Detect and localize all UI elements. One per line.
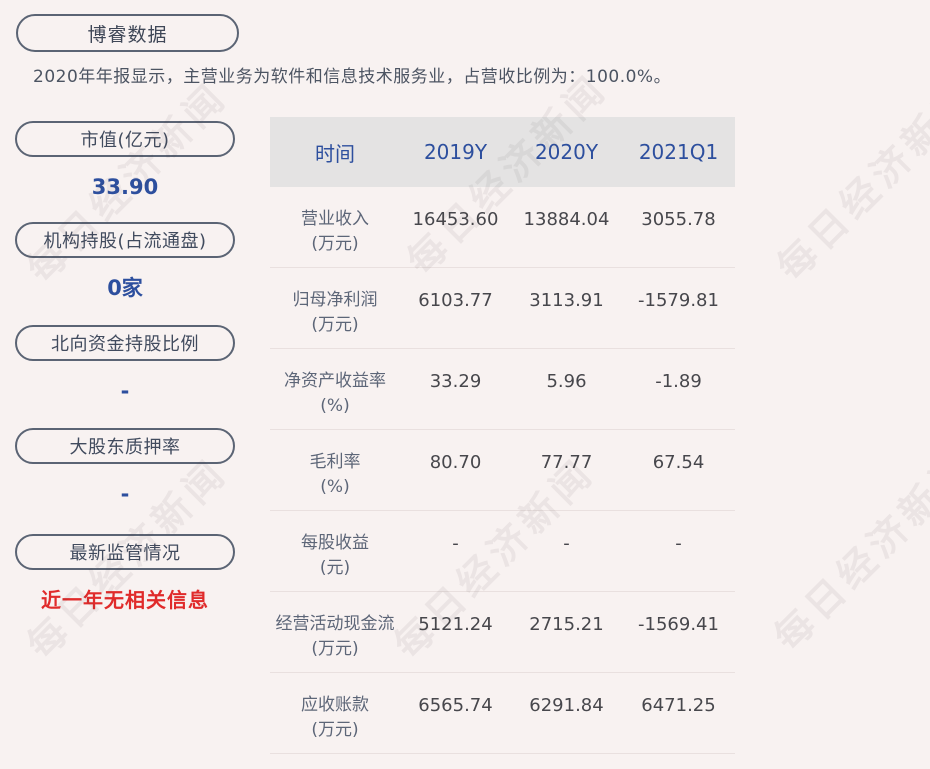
cell-value: 33.29 (429, 371, 482, 392)
metric-item-northbound-holdings: 北向资金持股比例 - (15, 325, 235, 417)
cell-value: -1.89 (655, 371, 702, 392)
metric-label-pill: 市值(亿元) (15, 121, 235, 157)
metric-item-pledge-ratio: 大股东质押率 - (15, 428, 235, 520)
cell-value: 6471.25 (641, 695, 716, 716)
metric-unit: (%) (320, 396, 350, 416)
metric-name: 毛利率 (309, 452, 361, 472)
table-row: 归母净利润 (万元) 6103.77 3113.91 -1579.81 (270, 268, 735, 349)
cell-value: - (675, 533, 682, 554)
cell-value: 77.77 (540, 452, 593, 473)
metric-value: 近一年无相关信息 (41, 588, 209, 612)
row-label: 毛利率 (%) (270, 430, 400, 510)
metric-unit: (元) (319, 558, 351, 578)
table-row: 应收账款 (万元) 6565.74 6291.84 6471.25 (270, 673, 735, 754)
financials-table: 时间 2019Y 2020Y 2021Q1 营业收入 (万元) 16453.60… (270, 117, 735, 754)
row-label: 归母净利润 (万元) (270, 268, 400, 348)
cell-value: - (452, 533, 459, 554)
cell-value: 2715.21 (529, 614, 604, 635)
business-summary: 2020年年报显示，主营业务为软件和信息技术服务业，占营收比例为：100.0%。 (33, 67, 672, 87)
table-row: 毛利率 (%) 80.70 77.77 67.54 (270, 430, 735, 511)
column-header-2020y: 2020Y (534, 140, 599, 164)
metric-value: - (120, 482, 130, 506)
cell-value: 6291.84 (529, 695, 604, 716)
metric-label-pill: 北向资金持股比例 (15, 325, 235, 361)
row-label: 应收账款 (万元) (270, 673, 400, 753)
metric-name: 每股收益 (301, 533, 369, 553)
column-header-time: 时间 (315, 141, 355, 166)
cell-value: 5.96 (546, 371, 587, 392)
table-row: 经营活动现金流 (万元) 5121.24 2715.21 -1569.41 (270, 592, 735, 673)
metric-label-pill: 大股东质押率 (15, 428, 235, 464)
company-name: 博睿数据 (87, 23, 168, 46)
metric-unit: (万元) (311, 234, 359, 254)
cell-value: -1569.41 (638, 614, 719, 635)
metric-unit: (万元) (311, 639, 359, 659)
cell-value: 6565.74 (418, 695, 493, 716)
metric-label-pill: 最新监管情况 (15, 534, 235, 570)
cell-value: 13884.04 (523, 209, 610, 230)
table-row: 营业收入 (万元) 16453.60 13884.04 3055.78 (270, 187, 735, 268)
row-label: 经营活动现金流 (万元) (270, 592, 400, 672)
cell-value: - (563, 533, 570, 554)
metric-unit: (万元) (311, 315, 359, 335)
metric-item-regulatory-status: 最新监管情况 近一年无相关信息 (15, 534, 235, 626)
metric-value: - (120, 379, 130, 403)
row-label: 净资产收益率 (%) (270, 349, 400, 429)
metrics-sidebar: 市值(亿元) 33.90 机构持股(占流通盘) 0家 北向资金持股比例 - 大股… (15, 121, 235, 641)
metric-unit: (万元) (311, 720, 359, 740)
metric-name: 经营活动现金流 (275, 614, 395, 634)
metric-unit: (%) (320, 477, 350, 497)
metric-name: 应收账款 (301, 695, 369, 715)
table-row: 每股收益 (元) - - - (270, 511, 735, 592)
column-header-2019y: 2019Y (423, 140, 488, 164)
row-label: 每股收益 (元) (270, 511, 400, 591)
cell-value: 3113.91 (529, 290, 604, 311)
metric-item-market-cap: 市值(亿元) 33.90 (15, 121, 235, 213)
metric-name: 营业收入 (301, 209, 369, 229)
column-header-2021q1: 2021Q1 (638, 140, 719, 164)
metric-item-institutional-holdings: 机构持股(占流通盘) 0家 (15, 222, 235, 314)
cell-value: 16453.60 (412, 209, 499, 230)
cell-value: 67.54 (652, 452, 705, 473)
watermark-text: 每日经济新闻 (765, 441, 930, 660)
cell-value: 80.70 (429, 452, 482, 473)
table-header-row: 时间 2019Y 2020Y 2021Q1 (270, 117, 735, 187)
metric-value: 0家 (107, 276, 143, 300)
metric-value: 33.90 (91, 175, 159, 199)
metric-label-pill: 机构持股(占流通盘) (15, 222, 235, 258)
row-label: 营业收入 (万元) (270, 187, 400, 267)
metric-name: 净资产收益率 (284, 371, 386, 391)
watermark-text: 每日经济新闻 (768, 71, 930, 290)
metric-name: 归母净利润 (292, 290, 378, 310)
company-name-pill: 博睿数据 (16, 14, 239, 52)
cell-value: 6103.77 (418, 290, 493, 311)
stock-data-card: 每日经济新闻 每日经济新闻 每日经济新闻 每日经济新闻 每日经济新闻 每日经济新… (0, 0, 930, 769)
cell-value: 3055.78 (641, 209, 716, 230)
cell-value: 5121.24 (418, 614, 493, 635)
table-row: 净资产收益率 (%) 33.29 5.96 -1.89 (270, 349, 735, 430)
cell-value: -1579.81 (638, 290, 719, 311)
